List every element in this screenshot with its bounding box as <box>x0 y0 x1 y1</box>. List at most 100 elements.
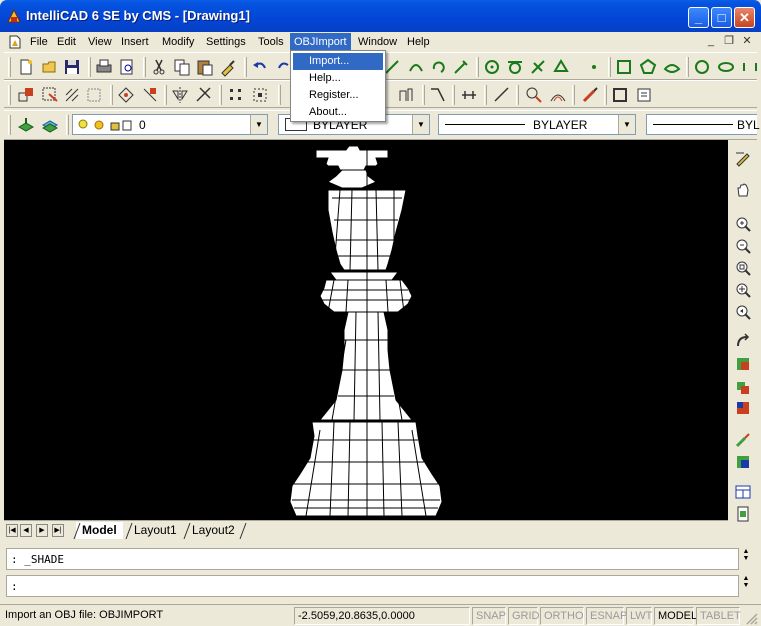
print-icon[interactable] <box>94 57 114 77</box>
menu-modify[interactable]: Modify <box>158 33 198 51</box>
print-preview-icon[interactable] <box>117 57 137 77</box>
close-button[interactable]: ✕ <box>734 7 755 28</box>
select-icon[interactable] <box>40 85 60 105</box>
polar-array-icon[interactable] <box>250 85 270 105</box>
ortho-toggle[interactable]: ORTHO <box>540 607 584 625</box>
undo-icon[interactable] <box>250 57 270 77</box>
paste-icon[interactable] <box>195 57 215 77</box>
viewpoint-icon[interactable] <box>733 430 753 450</box>
stretch-icon[interactable] <box>524 85 544 105</box>
array-icon[interactable] <box>226 85 246 105</box>
snap-tangent-icon[interactable] <box>505 57 525 77</box>
mirror-icon[interactable] <box>170 85 190 105</box>
mdi-restore-button[interactable]: ❐ <box>722 34 736 48</box>
lwt-toggle[interactable]: LWT <box>626 607 652 625</box>
snap-toggle[interactable]: SNAP <box>472 607 506 625</box>
move-icon[interactable] <box>116 85 136 105</box>
offset-icon[interactable] <box>548 85 568 105</box>
polygon-icon[interactable] <box>638 57 658 77</box>
menu-insert[interactable]: Insert <box>117 33 153 51</box>
properties-icon[interactable] <box>610 85 630 105</box>
copy-icon[interactable] <box>172 57 192 77</box>
save-icon[interactable] <box>62 57 82 77</box>
zoom-extents-icon[interactable] <box>733 280 753 300</box>
match-properties-icon[interactable] <box>218 57 238 77</box>
layer-dropdown[interactable]: 0 ▼ <box>72 114 268 135</box>
chevron-down-icon[interactable]: ▼ <box>250 115 267 134</box>
intellicad-app-icon[interactable] <box>6 8 22 24</box>
cylinder-icon[interactable] <box>740 57 760 77</box>
hatch-icon[interactable] <box>662 57 682 77</box>
view-3d-icon[interactable] <box>733 376 753 396</box>
menu-help[interactable]: Help <box>403 33 434 51</box>
menu-import[interactable]: Import... <box>293 53 383 70</box>
regen-icon[interactable] <box>733 354 753 374</box>
menu-edit[interactable]: Edit <box>53 33 80 51</box>
break-icon[interactable] <box>459 85 479 105</box>
entity-icon[interactable] <box>16 85 36 105</box>
scale-icon[interactable] <box>396 85 416 105</box>
minimize-button[interactable]: _ <box>688 7 709 28</box>
menu-window[interactable]: Window <box>354 33 401 51</box>
make-current-layer-icon[interactable] <box>16 115 36 135</box>
lineweight-dropdown[interactable]: BYL <box>646 114 760 135</box>
chevron-down-icon[interactable]: ▼ <box>618 115 635 134</box>
zoom-in-icon[interactable] <box>733 214 753 234</box>
pan-pencil-icon[interactable] <box>733 148 753 168</box>
model-toggle[interactable]: MODEL <box>654 607 697 625</box>
input-scrollbar[interactable]: ▲ ▼ <box>739 575 753 597</box>
extend-icon[interactable] <box>492 85 512 105</box>
arc-icon[interactable] <box>406 57 426 77</box>
linetype-dropdown[interactable]: BYLAYER ▼ <box>438 114 636 135</box>
trim-icon[interactable] <box>194 85 214 105</box>
cut-icon[interactable] <box>149 57 169 77</box>
menu-register[interactable]: Register... <box>293 87 383 104</box>
open-icon[interactable] <box>40 57 60 77</box>
mdi-close-button[interactable]: ✕ <box>740 34 754 48</box>
rotate-icon[interactable] <box>429 57 449 77</box>
deselect-icon[interactable] <box>84 85 104 105</box>
rectangle-icon[interactable] <box>614 57 634 77</box>
toolbar-grip[interactable] <box>8 57 11 77</box>
command-input[interactable]: : <box>6 575 739 597</box>
new-icon[interactable] <box>16 57 36 77</box>
snap-perpendicular-icon[interactable] <box>528 57 548 77</box>
tablet-toggle[interactable]: TABLET <box>696 607 741 625</box>
redraw-icon[interactable] <box>733 332 753 352</box>
tiled-viewports-icon[interactable] <box>733 452 753 472</box>
snap-nearest-icon[interactable] <box>551 57 571 77</box>
select-all-icon[interactable] <box>62 85 82 105</box>
menu-view[interactable]: View <box>84 33 116 51</box>
drawing-canvas[interactable] <box>4 140 728 520</box>
history-scrollbar[interactable]: ▲ ▼ <box>739 548 753 570</box>
pan-hand-icon[interactable] <box>733 180 753 200</box>
menu-settings[interactable]: Settings <box>202 33 250 51</box>
snap-node-icon[interactable] <box>584 57 604 77</box>
menu-file[interactable]: File <box>26 33 52 51</box>
zoom-previous-icon[interactable] <box>733 302 753 322</box>
zoom-window-icon[interactable] <box>733 258 753 278</box>
maximize-button[interactable]: □ <box>711 7 732 28</box>
toolbar-grip[interactable] <box>8 115 11 135</box>
esnap-toggle[interactable]: ESNAP <box>586 607 627 625</box>
copy-entity-icon[interactable] <box>140 85 160 105</box>
zoom-out-icon[interactable] <box>733 236 753 256</box>
named-views-icon[interactable] <box>733 398 753 418</box>
layout-page-icon[interactable] <box>733 504 753 524</box>
viewports-grid-icon[interactable] <box>733 482 753 502</box>
explode-icon[interactable] <box>580 85 600 105</box>
ellipse-icon[interactable] <box>716 57 736 77</box>
grid-toggle[interactable]: GRID <box>508 607 540 625</box>
circle-icon[interactable] <box>692 57 712 77</box>
menu-objimport[interactable]: OBJImport <box>290 33 351 51</box>
menu-tools[interactable]: Tools <box>254 33 288 51</box>
entity-properties-icon[interactable] <box>634 85 654 105</box>
mdi-minimize-button[interactable]: _ <box>704 34 718 48</box>
toolbar-grip[interactable] <box>8 85 11 105</box>
resize-grip-icon[interactable] <box>744 611 758 625</box>
layer-explorer-icon[interactable] <box>40 115 60 135</box>
menu-help-item[interactable]: Help... <box>293 70 383 87</box>
tool-icon[interactable] <box>451 57 471 77</box>
chamfer-icon[interactable] <box>428 85 448 105</box>
chevron-down-icon[interactable]: ▼ <box>412 115 429 134</box>
